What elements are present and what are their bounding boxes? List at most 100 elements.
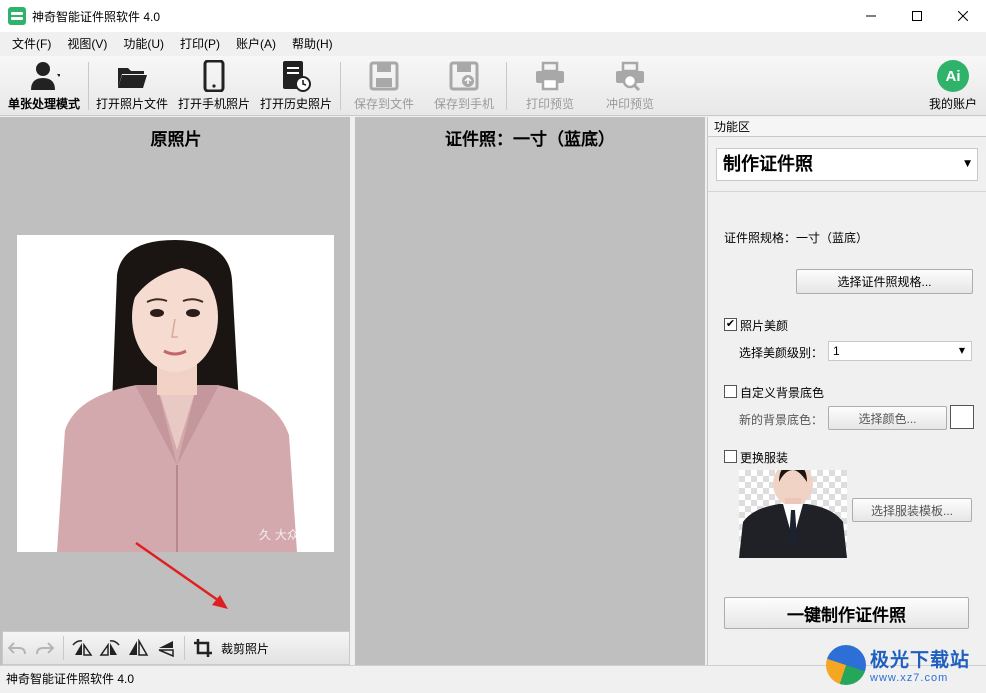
history-icon bbox=[280, 59, 312, 93]
outfit-template-thumbnail[interactable] bbox=[739, 470, 847, 558]
original-photo-title: 原照片 bbox=[150, 130, 202, 150]
menu-bar: 文件(F) 视图(V) 功能(U) 打印(P) 账户(A) 帮助(H) bbox=[0, 32, 986, 56]
crop-button[interactable] bbox=[189, 634, 217, 662]
flip-vertical-icon bbox=[158, 641, 174, 657]
mode-select[interactable]: 制作证件照 ▼ bbox=[716, 148, 978, 181]
redo-button[interactable] bbox=[31, 634, 59, 662]
save-icon bbox=[368, 59, 400, 93]
toolbar-divider bbox=[340, 62, 341, 110]
maximize-button[interactable] bbox=[894, 0, 940, 32]
tools-divider bbox=[184, 636, 185, 660]
flip-horizontal-button[interactable] bbox=[124, 634, 152, 662]
flip-vertical-button[interactable] bbox=[152, 634, 180, 662]
mode-select-value: 制作证件照 bbox=[723, 154, 813, 175]
beauty-level-select[interactable]: 1 ▼ bbox=[828, 341, 972, 361]
choose-outfit-button[interactable]: 选择服装模板... bbox=[852, 498, 972, 522]
folder-icon bbox=[116, 59, 148, 93]
minimize-icon bbox=[866, 15, 876, 17]
make-id-photo-button[interactable]: 一键制作证件照 bbox=[724, 597, 969, 629]
save-phone-icon bbox=[448, 59, 480, 93]
app-logo-icon bbox=[8, 7, 26, 25]
open-photo-file-button[interactable]: 打开照片文件 bbox=[94, 56, 170, 116]
menu-print[interactable]: 打印(P) bbox=[172, 32, 228, 56]
tools-divider bbox=[63, 636, 64, 660]
minimize-button[interactable] bbox=[848, 0, 894, 32]
site-url: www.xz7.com bbox=[870, 672, 949, 684]
print-preview-button[interactable]: 打印预览 bbox=[512, 56, 588, 116]
rotate-left-button[interactable] bbox=[68, 634, 96, 662]
printer-icon bbox=[534, 59, 566, 93]
original-photo-panel: 原照片 久 大众 裁剪照片 bbox=[0, 117, 352, 665]
beauty-level-value: 1 bbox=[833, 344, 840, 358]
undo-icon bbox=[7, 642, 26, 655]
single-mode-label: 单张处理模式 bbox=[7, 97, 80, 111]
site-watermark-text: 极光下载站 www.xz7.com bbox=[870, 645, 970, 684]
save-to-file-button[interactable]: 保存到文件 bbox=[346, 56, 422, 116]
menu-view[interactable]: 视图(V) bbox=[59, 32, 115, 56]
outfit-image bbox=[739, 470, 847, 558]
open-history-photo-label: 打开历史照片 bbox=[259, 97, 332, 111]
save-to-phone-button[interactable]: 保存到手机 bbox=[426, 56, 502, 116]
id-photo-title: 证件照：一寸（蓝底） bbox=[445, 130, 615, 150]
toolbar: 单张处理模式 打开照片文件 打开手机照片 打开历史照片 保存到文件 保存到手机 bbox=[0, 56, 986, 116]
single-mode-button[interactable]: 单张处理模式 bbox=[6, 56, 82, 116]
id-photo-result-panel: 证件照：一寸（蓝底） bbox=[355, 117, 705, 665]
close-button[interactable] bbox=[940, 0, 986, 32]
menu-function[interactable]: 功能(U) bbox=[115, 32, 172, 56]
my-account-label: 我的账户 bbox=[928, 97, 977, 111]
open-history-photo-button[interactable]: 打开历史照片 bbox=[258, 56, 334, 116]
crop-icon bbox=[194, 639, 212, 657]
function-panel: 功能区 制作证件照 ▼ 证件照规格：一寸（蓝底） 选择证件照规格... ✔ 照片… bbox=[707, 117, 986, 665]
rotate-right-button[interactable] bbox=[96, 634, 124, 662]
change-outfit-checkbox[interactable] bbox=[724, 450, 737, 463]
toolbar-divider bbox=[506, 62, 507, 110]
menu-account[interactable]: 账户(A) bbox=[228, 32, 284, 56]
open-phone-photo-label: 打开手机照片 bbox=[177, 97, 250, 111]
develop-preview-label: 冲印预览 bbox=[605, 97, 654, 111]
background-color-swatch[interactable] bbox=[950, 405, 974, 429]
undo-button[interactable] bbox=[3, 634, 31, 662]
red-arrow-annotation bbox=[135, 541, 228, 609]
beauty-checkbox[interactable]: ✔ bbox=[724, 318, 737, 331]
save-to-file-label: 保存到文件 bbox=[353, 97, 414, 111]
develop-preview-button[interactable]: 冲印预览 bbox=[592, 56, 668, 116]
new-background-label: 新的背景底色： bbox=[739, 413, 824, 427]
portrait-image: 久 大众 bbox=[17, 235, 334, 552]
title-bar: 神奇智能证件照软件 4.0 bbox=[0, 0, 986, 32]
rotate-right-icon bbox=[99, 640, 120, 656]
toolbar-divider bbox=[88, 62, 89, 110]
flip-horizontal-icon bbox=[129, 639, 149, 656]
open-phone-photo-button[interactable]: 打开手机照片 bbox=[176, 56, 252, 116]
print-preview-label: 打印预览 bbox=[525, 97, 574, 111]
site-logo-icon bbox=[826, 644, 866, 685]
original-photo[interactable]: 久 大众 bbox=[17, 235, 334, 552]
choose-color-button[interactable]: 选择颜色... bbox=[828, 406, 947, 430]
custom-background-label: 自定义背景底色 bbox=[740, 386, 825, 400]
account-icon-wrap: Ai bbox=[937, 59, 969, 93]
crop-photo-label[interactable]: 裁剪照片 bbox=[221, 640, 269, 657]
rotate-left-icon bbox=[72, 640, 93, 656]
user-icon bbox=[28, 59, 60, 93]
chevron-down-icon: ▼ bbox=[958, 346, 965, 355]
menu-file[interactable]: 文件(F) bbox=[4, 32, 59, 56]
site-watermark: 极光下载站 www.xz7.com bbox=[826, 636, 986, 693]
develop-print-icon bbox=[614, 59, 646, 93]
chevron-down-icon: ▼ bbox=[964, 159, 971, 169]
photo-watermark: 久 大众 bbox=[259, 528, 299, 542]
my-account-button[interactable]: Ai 我的账户 bbox=[922, 56, 984, 116]
maximize-icon bbox=[912, 11, 922, 21]
menu-help[interactable]: 帮助(H) bbox=[284, 32, 341, 56]
image-tools-bar: 裁剪照片 bbox=[2, 631, 350, 665]
function-panel-header: 功能区 bbox=[708, 117, 986, 137]
window-title: 神奇智能证件照软件 4.0 bbox=[32, 9, 161, 24]
beauty-level-label: 选择美颜级别： bbox=[739, 346, 824, 360]
custom-background-checkbox[interactable] bbox=[724, 385, 737, 398]
save-to-phone-label: 保存到手机 bbox=[433, 97, 494, 111]
change-outfit-label: 更换服装 bbox=[740, 451, 789, 465]
choose-spec-button[interactable]: 选择证件照规格... bbox=[796, 269, 973, 294]
open-photo-file-label: 打开照片文件 bbox=[95, 97, 168, 111]
close-icon bbox=[958, 11, 968, 21]
beauty-checkbox-label: 照片美颜 bbox=[740, 319, 789, 333]
phone-icon bbox=[198, 59, 230, 93]
site-name: 极光下载站 bbox=[870, 649, 971, 671]
